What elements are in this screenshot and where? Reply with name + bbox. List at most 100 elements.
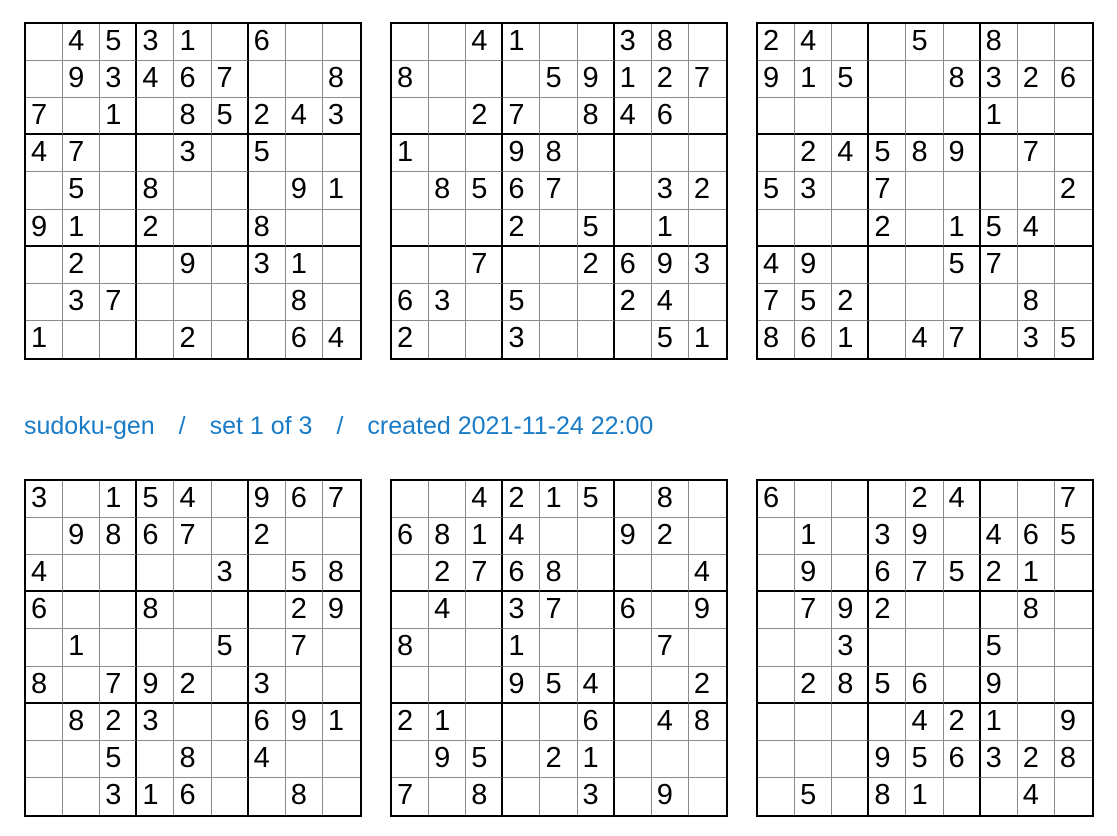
sudoku-cell: 8 xyxy=(577,98,615,136)
sudoku-cell: 5 xyxy=(943,246,981,284)
sudoku-cell xyxy=(832,246,870,284)
sudoku-cell xyxy=(322,210,360,247)
sudoku-cell: 7 xyxy=(540,592,578,630)
sudoku-cell: 5 xyxy=(211,98,249,136)
sudoku-cell: 9 xyxy=(503,135,541,173)
sudoku-cell: 3 xyxy=(100,777,138,815)
sudoku-cell xyxy=(795,98,833,136)
sudoku-cell: 9 xyxy=(63,61,101,99)
sudoku-cell xyxy=(285,666,323,704)
sudoku-cell: 8 xyxy=(540,555,578,593)
sudoku-cell xyxy=(322,135,360,173)
sudoku-cell: 7 xyxy=(1017,135,1055,173)
sudoku-cell: 2 xyxy=(248,518,286,556)
sudoku-cell xyxy=(832,481,870,519)
sudoku-cell: 8 xyxy=(26,666,64,704)
sudoku-cell xyxy=(577,555,615,593)
sudoku-cell: 7 xyxy=(944,320,981,358)
sudoku-cell: 7 xyxy=(980,246,1018,284)
sudoku-cell xyxy=(651,592,689,630)
sudoku-cell: 7 xyxy=(466,555,504,593)
sudoku-cell: 4 xyxy=(137,61,175,99)
sudoku-cell xyxy=(832,777,870,815)
sudoku-cell: 5 xyxy=(980,629,1018,667)
sudoku-cell xyxy=(1054,135,1092,173)
sudoku-cell: 4 xyxy=(980,518,1018,556)
sudoku-cell xyxy=(429,135,467,173)
sudoku-cell xyxy=(832,209,870,247)
sudoku-cell: 4 xyxy=(174,481,212,519)
sudoku-cell: 1 xyxy=(466,518,504,556)
sudoku-cell xyxy=(943,518,981,556)
sudoku-cell: 4 xyxy=(832,135,870,173)
sudoku-cell: 2 xyxy=(503,481,541,519)
sudoku-cell: 8 xyxy=(174,98,212,136)
sudoku-cell: 2 xyxy=(285,592,323,630)
set-label: set 1 of 3 xyxy=(209,412,313,440)
sudoku-cell xyxy=(174,283,212,321)
sudoku-cell: 5 xyxy=(211,629,249,667)
sudoku-cell xyxy=(322,247,360,284)
sudoku-cell: 4 xyxy=(466,24,504,62)
sudoku-cell xyxy=(981,777,1018,815)
sudoku-cell xyxy=(63,740,101,778)
sudoku-cell: 5 xyxy=(503,283,541,321)
sudoku-cell xyxy=(211,24,249,62)
sudoku-cell: 1 xyxy=(795,61,833,99)
sudoku-cell: 8 xyxy=(688,704,726,741)
sudoku-cell xyxy=(832,518,870,556)
sudoku-cell xyxy=(688,135,726,173)
sudoku-cell: 5 xyxy=(285,555,323,593)
sudoku-cell xyxy=(614,209,652,247)
sudoku-cell: 6 xyxy=(503,172,541,210)
sudoku-cell xyxy=(614,481,652,519)
sudoku-cell: 2 xyxy=(248,98,286,136)
sudoku-cell: 3 xyxy=(26,481,64,519)
sudoku-cell: 7 xyxy=(63,135,101,173)
sudoku-cell: 5 xyxy=(577,481,615,519)
sudoku-cell xyxy=(212,320,249,358)
sudoku-cell: 6 xyxy=(392,518,430,556)
sudoku-cell xyxy=(906,98,944,136)
sudoku-cell xyxy=(832,703,870,741)
sudoku-cell xyxy=(466,61,504,99)
sudoku-cell: 8 xyxy=(174,740,212,778)
sudoku-cell: 7 xyxy=(211,61,249,99)
sudoku-cell: 2 xyxy=(688,667,726,704)
sudoku-cell: 2 xyxy=(614,283,652,321)
sudoku-cell: 5 xyxy=(63,172,101,210)
sudoku-cell xyxy=(980,481,1018,519)
sudoku-cell xyxy=(26,777,64,815)
sudoku-cell: 4 xyxy=(63,24,101,62)
sudoku-cell xyxy=(614,703,652,741)
sudoku-cell: 3 xyxy=(651,172,689,210)
sudoku-cell: 4 xyxy=(327,321,345,354)
sudoku-cell xyxy=(980,592,1018,630)
sudoku-cell: 6 xyxy=(392,283,430,321)
sudoku-cell: 1 xyxy=(285,246,323,284)
sudoku-cell: 9 xyxy=(174,246,212,284)
sudoku-cell: 3 xyxy=(248,246,286,284)
sudoku-cell: 8 xyxy=(429,518,467,556)
sudoku-cell: 9 xyxy=(832,592,870,630)
sudoku-cell xyxy=(577,283,615,321)
sudoku-cell xyxy=(392,24,430,62)
sudoku-cell: 8 xyxy=(540,135,578,173)
sudoku-cell xyxy=(614,172,652,210)
sudoku-cell: 3 xyxy=(137,703,175,741)
sudoku-cell xyxy=(285,24,323,62)
sudoku-cell: 9 xyxy=(63,518,101,556)
sudoku-cell: 7 xyxy=(540,172,578,210)
sudoku-cell xyxy=(1054,24,1092,62)
sudoku-cell: 8 xyxy=(429,172,467,210)
sudoku-cell xyxy=(503,246,541,284)
sudoku-cell: 8 xyxy=(943,61,981,99)
sudoku-cell xyxy=(174,555,212,593)
sudoku-cell xyxy=(174,703,212,741)
sudoku-cell: 3 xyxy=(614,24,652,62)
sudoku-cell: 6 xyxy=(577,703,615,741)
sudoku-grid-1: 4531693467871852434735589191282931378126… xyxy=(24,22,362,360)
sudoku-cell xyxy=(651,555,689,593)
sudoku-cell: 8 xyxy=(466,777,504,815)
sudoku-cell: 8 xyxy=(980,24,1018,62)
